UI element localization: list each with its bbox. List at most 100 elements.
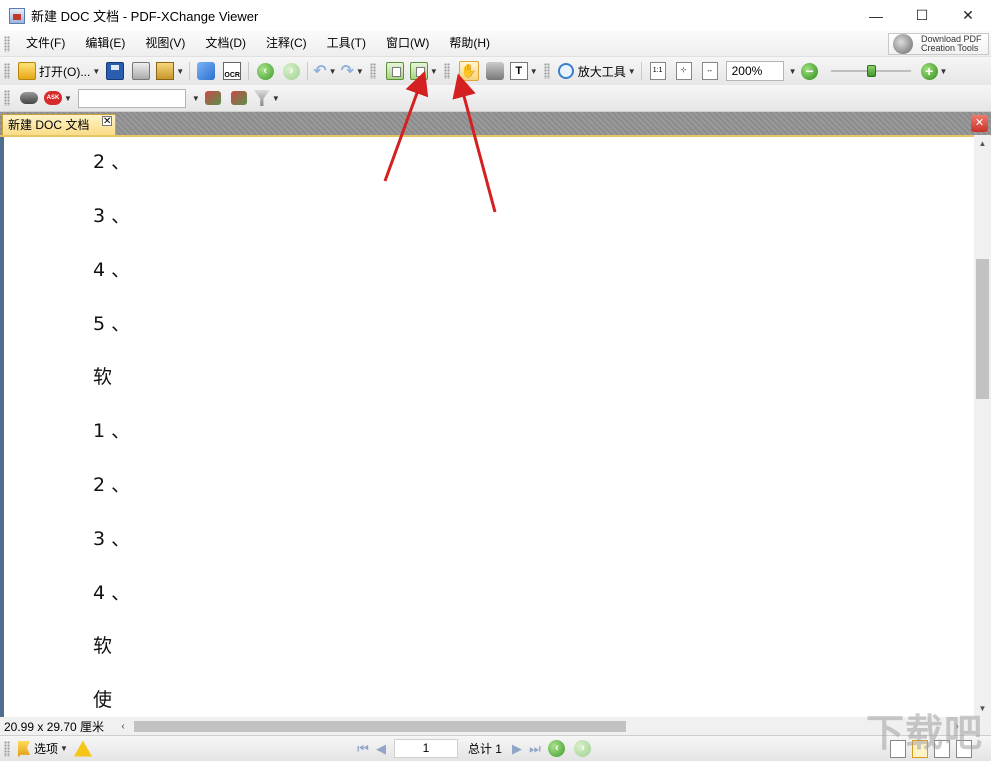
menu-comments[interactable]: 注释(C) — [256, 31, 317, 56]
previous-page-icon[interactable]: ◀ — [372, 741, 390, 757]
save-button[interactable] — [104, 60, 126, 82]
close-button[interactable]: ✕ — [945, 0, 991, 31]
search-next-button[interactable] — [228, 87, 250, 109]
export-button[interactable] — [195, 60, 217, 82]
ocr-button[interactable]: OCR — [221, 60, 243, 82]
package-icon — [156, 62, 175, 80]
save-icon — [106, 62, 125, 80]
menu-document[interactable]: 文档(D) — [195, 31, 256, 56]
zoom-tool-button[interactable]: 放大工具 ▼ — [557, 60, 636, 82]
menu-view[interactable]: 视图(V) — [135, 31, 195, 56]
ask-search-button[interactable]: ASK ▼ — [44, 87, 72, 109]
nav-forward-icon: › — [574, 740, 592, 757]
download-pdf-tools-button[interactable]: Download PDF Creation Tools — [888, 33, 989, 55]
close-document-button[interactable]: ✕ — [971, 115, 988, 132]
options-button[interactable]: 选项 ▼ — [18, 738, 68, 760]
snapshot-button[interactable] — [484, 60, 506, 82]
fit-page-button[interactable]: ⊹ — [673, 60, 695, 82]
toolbar-grip-icon[interactable] — [369, 63, 376, 79]
menu-file[interactable]: 文件(F) — [16, 31, 75, 56]
download-globe-icon — [893, 34, 913, 54]
print-button[interactable] — [130, 60, 152, 82]
search-input[interactable] — [77, 88, 186, 108]
forward-arrow-icon: › — [282, 62, 300, 80]
toolbar-separator — [189, 62, 191, 80]
zoom-level-dropdown-icon[interactable]: ▼ — [789, 67, 797, 76]
text-select-icon: T — [509, 62, 528, 80]
menu-window[interactable]: 窗口(W) — [376, 31, 439, 56]
redo-button[interactable]: ↷ ▼ — [341, 60, 364, 82]
filter-button[interactable]: ▼ — [253, 87, 280, 109]
undo-dropdown-icon[interactable]: ▼ — [329, 67, 337, 76]
toolbar-grip-icon[interactable] — [4, 90, 10, 106]
download-text: Download PDF Creation Tools — [921, 35, 982, 53]
title-bar: 新建 DOC 文档 - PDF-XChange Viewer — ☐ ✕ — [0, 0, 991, 31]
document-view[interactable]: 2 、 3 、 4 、 5 、软 1 、 2 、 3 、 4 、软使 — [0, 135, 974, 717]
toolbar-grip-icon[interactable] — [543, 63, 550, 79]
horizontal-scroll-thumb[interactable] — [134, 721, 626, 732]
package-button[interactable]: ▼ — [156, 60, 184, 82]
back-button[interactable]: ‹ — [254, 60, 276, 82]
scroll-left-icon[interactable]: ‹ — [116, 721, 130, 732]
fit-width-button[interactable]: ↔ — [699, 60, 721, 82]
rotate-right-button[interactable]: ▼ — [409, 60, 438, 82]
search-prev-button[interactable] — [202, 87, 224, 109]
menu-grip-icon[interactable] — [4, 35, 10, 52]
status-grip-icon[interactable] — [4, 740, 10, 757]
forward-button[interactable]: › — [280, 60, 302, 82]
package-dropdown-icon[interactable]: ▼ — [176, 67, 184, 76]
toolbar-grip-icon[interactable] — [4, 63, 10, 79]
ask-dropdown-icon[interactable]: ▼ — [64, 94, 72, 103]
open-button[interactable]: 打开(O)... ▼ — [18, 60, 100, 82]
zoom-in-button[interactable]: + ▼ — [920, 60, 948, 82]
zoom-options-dropdown-icon[interactable]: ▼ — [940, 67, 948, 76]
first-page-icon[interactable]: ⏮ — [354, 741, 372, 757]
warning-icon — [73, 740, 92, 757]
open-dropdown-icon[interactable]: ▼ — [92, 67, 100, 76]
menu-tools[interactable]: 工具(T) — [317, 31, 376, 56]
scroll-up-icon[interactable]: ▲ — [974, 135, 991, 152]
menu-edit[interactable]: 编辑(E) — [75, 31, 135, 56]
download-line2: Creation Tools — [921, 43, 979, 53]
nav-forward-button[interactable]: › — [572, 738, 594, 760]
find-button[interactable] — [18, 87, 40, 109]
maximize-button[interactable]: ☐ — [899, 0, 945, 31]
hand-tool-button[interactable]: ✋ — [458, 60, 480, 82]
undo-button[interactable]: ↶ ▼ — [313, 60, 336, 82]
print-icon — [132, 62, 151, 80]
last-page-icon[interactable]: ⏭ — [526, 741, 544, 757]
vertical-scroll-thumb[interactable] — [976, 259, 989, 399]
redo-dropdown-icon[interactable]: ▼ — [356, 67, 364, 76]
menu-help[interactable]: 帮助(H) — [439, 31, 500, 56]
nav-back-button[interactable]: ‹ — [546, 738, 568, 760]
nav-back-icon: ‹ — [548, 740, 566, 757]
page-size-text: 20.99 x 29.70 厘米 — [4, 719, 105, 734]
minimize-button[interactable]: — — [853, 0, 899, 31]
options-dropdown-icon[interactable]: ▼ — [60, 744, 68, 753]
select-text-button[interactable]: T ▼ — [509, 60, 538, 82]
zoom-slider-thumb[interactable] — [866, 65, 876, 77]
search-dropdown-icon[interactable]: ▼ — [192, 94, 200, 103]
next-page-icon[interactable]: ▶ — [508, 741, 526, 757]
zoom-out-button[interactable]: − — [799, 60, 821, 82]
document-text-line: 3 、 — [93, 205, 131, 227]
filter-dropdown-icon[interactable]: ▼ — [272, 94, 280, 103]
zoom-in-icon — [557, 63, 574, 79]
zoom-level-input[interactable]: 200% — [725, 61, 784, 81]
warning-button[interactable] — [72, 738, 94, 760]
tab-document[interactable]: 新建 DOC 文档 ✕ — [2, 114, 116, 135]
tab-close-icon[interactable]: ✕ — [102, 116, 112, 127]
zoom-slider[interactable] — [830, 64, 911, 78]
actual-size-button[interactable]: 1:1 — [647, 60, 669, 82]
rotate-dropdown-icon[interactable]: ▼ — [430, 67, 438, 76]
horizontal-scrollbar[interactable] — [130, 719, 950, 733]
rotate-left-button[interactable] — [384, 60, 406, 82]
watermark-text: 下载吧 — [865, 711, 983, 755]
toolbar-grip-icon[interactable] — [443, 63, 450, 79]
toolbar-separator — [307, 62, 309, 80]
open-label: 打开(O)... — [39, 64, 91, 79]
page-number-input[interactable]: 1 — [393, 739, 458, 758]
vertical-scrollbar[interactable]: ▲ ▼ — [974, 135, 991, 717]
zoom-tool-dropdown-icon[interactable]: ▼ — [628, 67, 636, 76]
select-dropdown-icon[interactable]: ▼ — [530, 67, 538, 76]
